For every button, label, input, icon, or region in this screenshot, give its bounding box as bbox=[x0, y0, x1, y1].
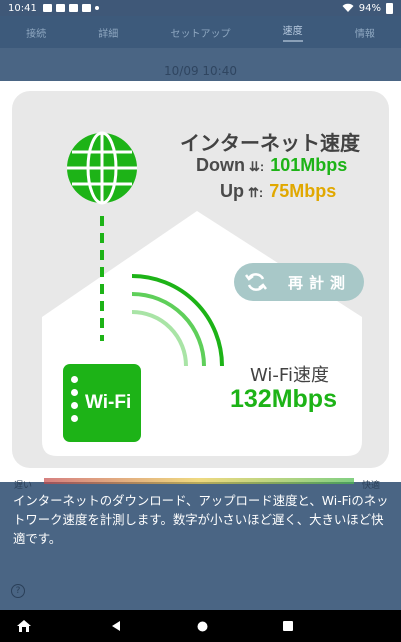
home-icon bbox=[17, 620, 31, 632]
square-icon bbox=[283, 621, 293, 631]
download-value: 101Mbps bbox=[270, 155, 348, 175]
wifi-icon bbox=[342, 3, 354, 12]
system-nav-bar bbox=[0, 610, 401, 642]
image-icon bbox=[42, 4, 52, 12]
app-tab-bar: 接続 詳細 セットアップ 速度 情報 bbox=[0, 16, 401, 48]
home-button[interactable] bbox=[192, 610, 212, 642]
wifi-speed-value: 132Mbps bbox=[230, 385, 337, 413]
upload-label: Up bbox=[220, 181, 244, 201]
cast-icon bbox=[55, 4, 65, 12]
mail-icon bbox=[68, 4, 78, 12]
tab-speed[interactable]: 速度 bbox=[282, 22, 303, 42]
internet-speed-title: インターネット速度 bbox=[180, 131, 360, 155]
wifi-router-icon: Wi-Fi bbox=[63, 364, 141, 442]
tab-connect[interactable]: 接続 bbox=[26, 25, 46, 40]
router-label: Wi-Fi bbox=[85, 392, 132, 413]
dot-icon bbox=[94, 6, 99, 10]
download-row: Down ⇊: 101Mbps bbox=[196, 155, 347, 176]
back-button[interactable] bbox=[106, 610, 126, 642]
upload-row: Up ⇈: 75Mbps bbox=[220, 181, 336, 202]
refresh-icon bbox=[245, 273, 267, 291]
wifi-speed-title: Wi-Fi速度 bbox=[250, 365, 329, 386]
status-bar: 10:41 94% bbox=[0, 0, 401, 16]
tab-detail[interactable]: 詳細 bbox=[98, 25, 118, 40]
upload-arrows: ⇈: bbox=[248, 185, 264, 200]
measurement-date: 10/09 10:40 bbox=[164, 64, 237, 78]
download-label: Down bbox=[196, 155, 245, 175]
circle-icon bbox=[197, 621, 207, 631]
download-arrows: ⇊: bbox=[249, 159, 265, 174]
globe-icon bbox=[67, 131, 137, 205]
scale-slow-label: 遅い bbox=[14, 481, 33, 491]
recents-button[interactable] bbox=[278, 610, 298, 642]
upload-value: 75Mbps bbox=[269, 181, 337, 201]
battery-percent: 94% bbox=[358, 2, 381, 14]
a-icon bbox=[81, 4, 91, 12]
tab-info[interactable]: 情報 bbox=[355, 25, 375, 40]
help-icon[interactable]: ? bbox=[11, 584, 25, 598]
battery-icon bbox=[386, 2, 393, 14]
back-icon bbox=[112, 621, 120, 631]
speed-dialog: インターネット速度 Down ⇊: 101Mbps Up ⇈: 75Mbps 再計測 W… bbox=[0, 81, 401, 482]
remeasure-button[interactable]: 再計測 bbox=[234, 263, 364, 301]
home-launcher-button[interactable] bbox=[12, 610, 36, 642]
speed-description: インターネットのダウンロード、アップロード速度と、Wi-Fiのネットワーク速度を… bbox=[13, 493, 389, 546]
tab-setup[interactable]: セットアップ bbox=[170, 25, 230, 40]
status-time: 10:41 bbox=[8, 2, 37, 14]
notification-icons bbox=[42, 4, 99, 12]
scale-fast-label: 快適 bbox=[362, 481, 381, 491]
remeasure-label: 再計測 bbox=[288, 273, 352, 292]
speed-card: インターネット速度 Down ⇊: 101Mbps Up ⇈: 75Mbps 再計測 W… bbox=[12, 91, 389, 468]
speed-scale-bar bbox=[44, 478, 354, 484]
